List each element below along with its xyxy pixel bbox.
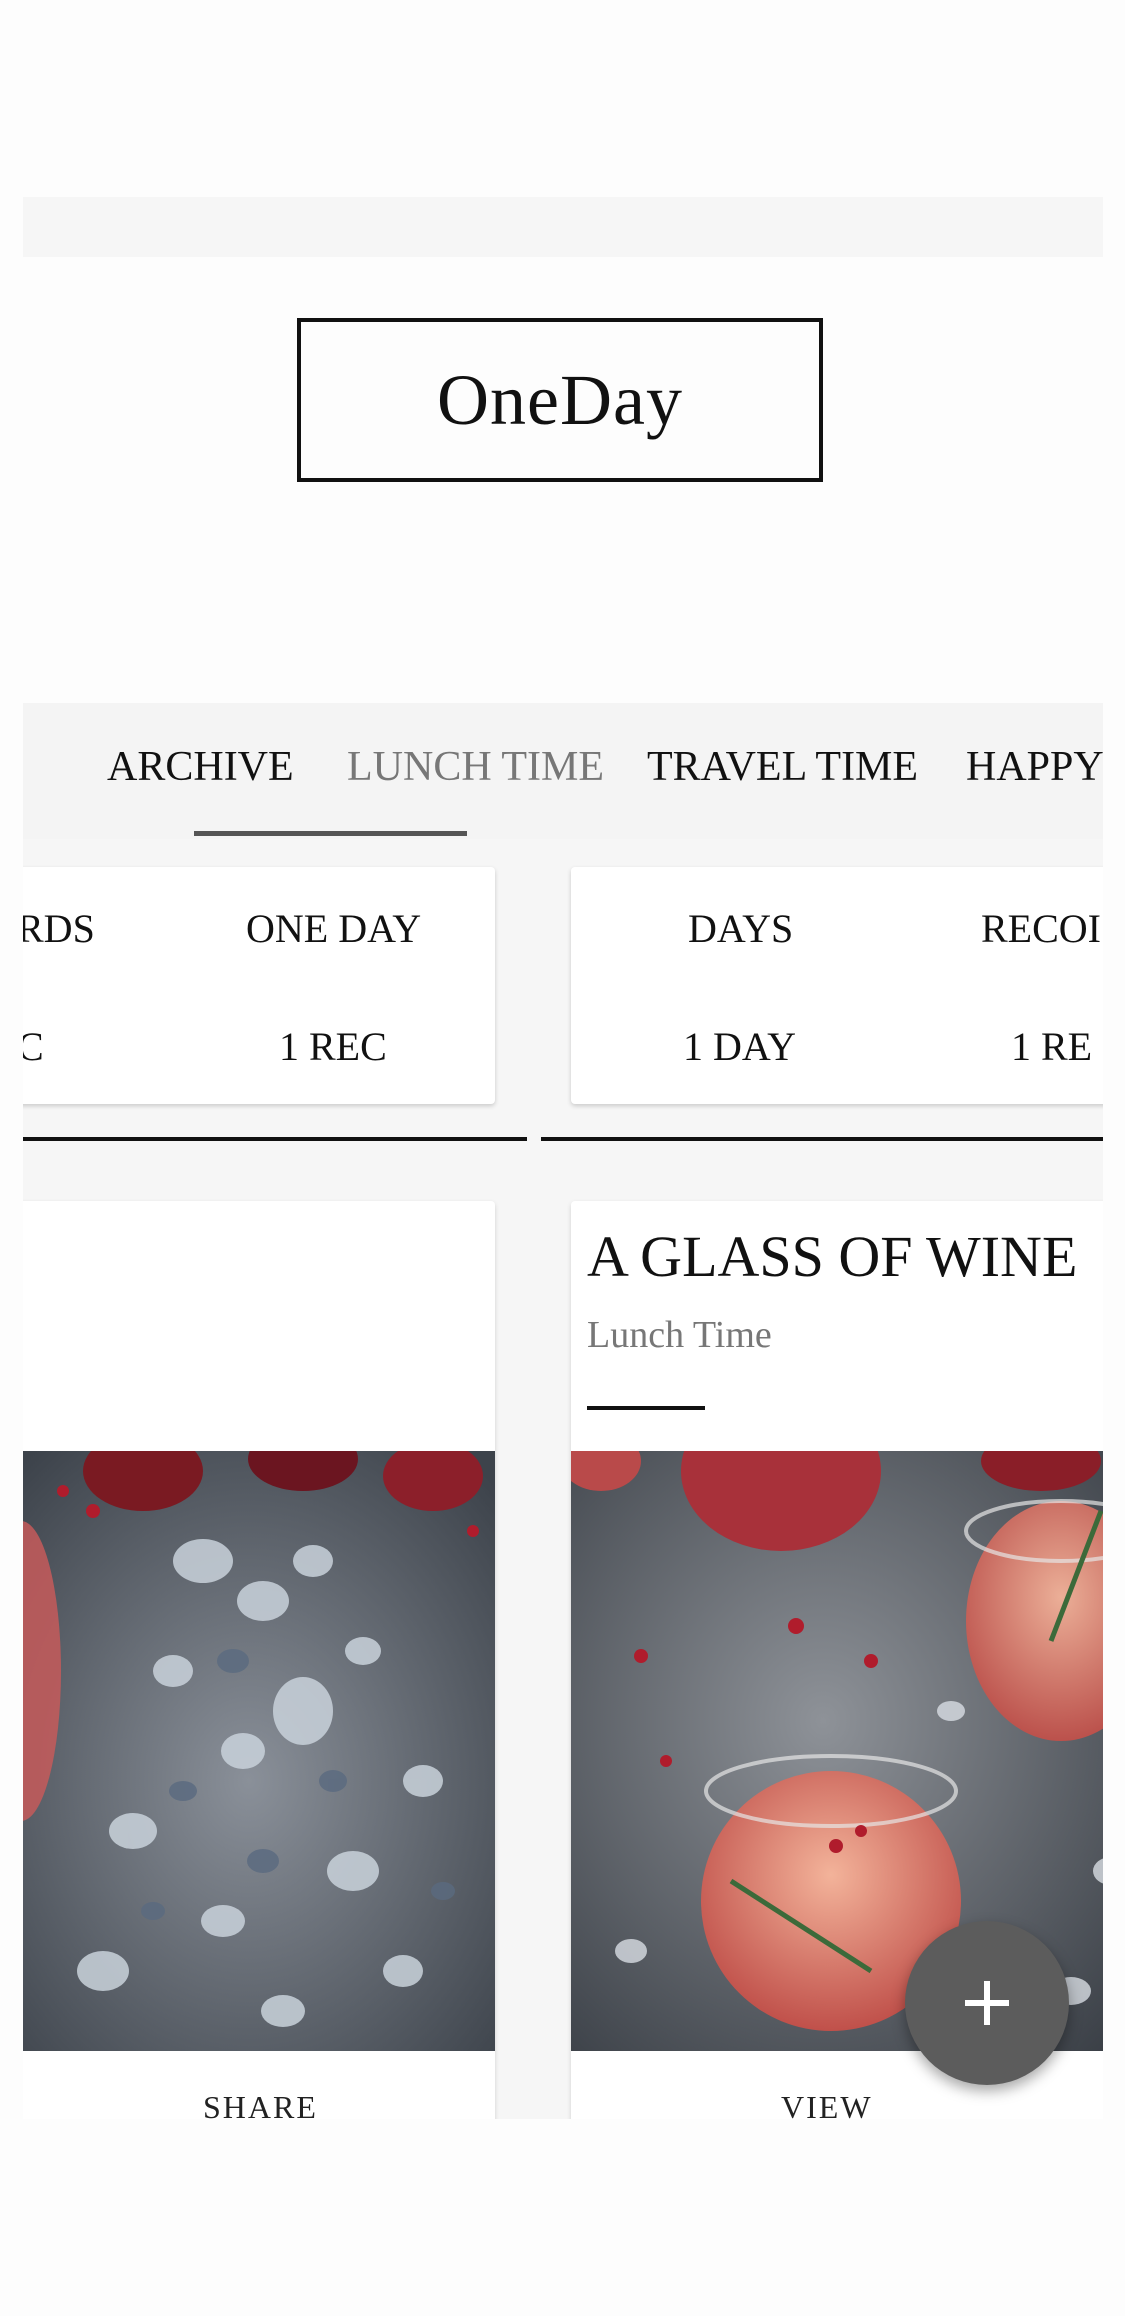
- feed-card-left[interactable]: SHARE: [23, 1201, 495, 2119]
- divider-right: [541, 1137, 1103, 1141]
- top-bar: [23, 197, 1103, 257]
- card-title-rule: [587, 1406, 705, 1410]
- logo-text: OneDay: [437, 359, 683, 440]
- stat-value-records: C: [23, 1024, 44, 1069]
- content-pager[interactable]: RDS C ONE DAY 1 REC DAYS 1 DAY RECOI 1 R…: [23, 839, 1103, 2119]
- stats-card-left: RDS C ONE DAY 1 REC: [23, 867, 495, 1104]
- share-button[interactable]: SHARE: [203, 2089, 318, 2119]
- stat-value-one-day: 1 REC: [279, 1024, 387, 1069]
- card-title: A GLASS OF WINE: [587, 1224, 1078, 1289]
- tab-travel-time[interactable]: TRAVEL TIME: [647, 743, 918, 791]
- tab-archive[interactable]: ARCHIVE: [107, 743, 294, 791]
- stats-card-right: DAYS 1 DAY RECOI 1 RE: [571, 867, 1103, 1104]
- view-button[interactable]: VIEW: [781, 2089, 873, 2119]
- tab-bar: ARCHIVE LUNCH TIME TRAVEL TIME HAPPY: [23, 703, 1103, 839]
- bottom-area: [0, 2119, 1125, 2316]
- divider-left: [23, 1137, 527, 1141]
- stat-value-records: 1 RE: [1011, 1024, 1093, 1069]
- stat-label-one-day: ONE DAY: [246, 906, 422, 951]
- tab-lunch-time[interactable]: LUNCH TIME: [347, 743, 604, 791]
- stat-value-days: 1 DAY: [683, 1024, 796, 1069]
- app-logo: OneDay: [297, 318, 823, 482]
- stat-label-records: RECOI: [981, 906, 1101, 951]
- plus-icon: [965, 1981, 1009, 2025]
- tab-indicator: [194, 831, 467, 836]
- tab-happy[interactable]: HAPPY: [966, 743, 1103, 791]
- photo-ice-pomegranate: [23, 1451, 495, 2051]
- card-subtitle: Lunch Time: [587, 1314, 772, 1356]
- add-button[interactable]: [905, 1921, 1069, 2085]
- stat-label-records: RDS: [23, 906, 95, 951]
- stat-label-days: DAYS: [688, 906, 794, 951]
